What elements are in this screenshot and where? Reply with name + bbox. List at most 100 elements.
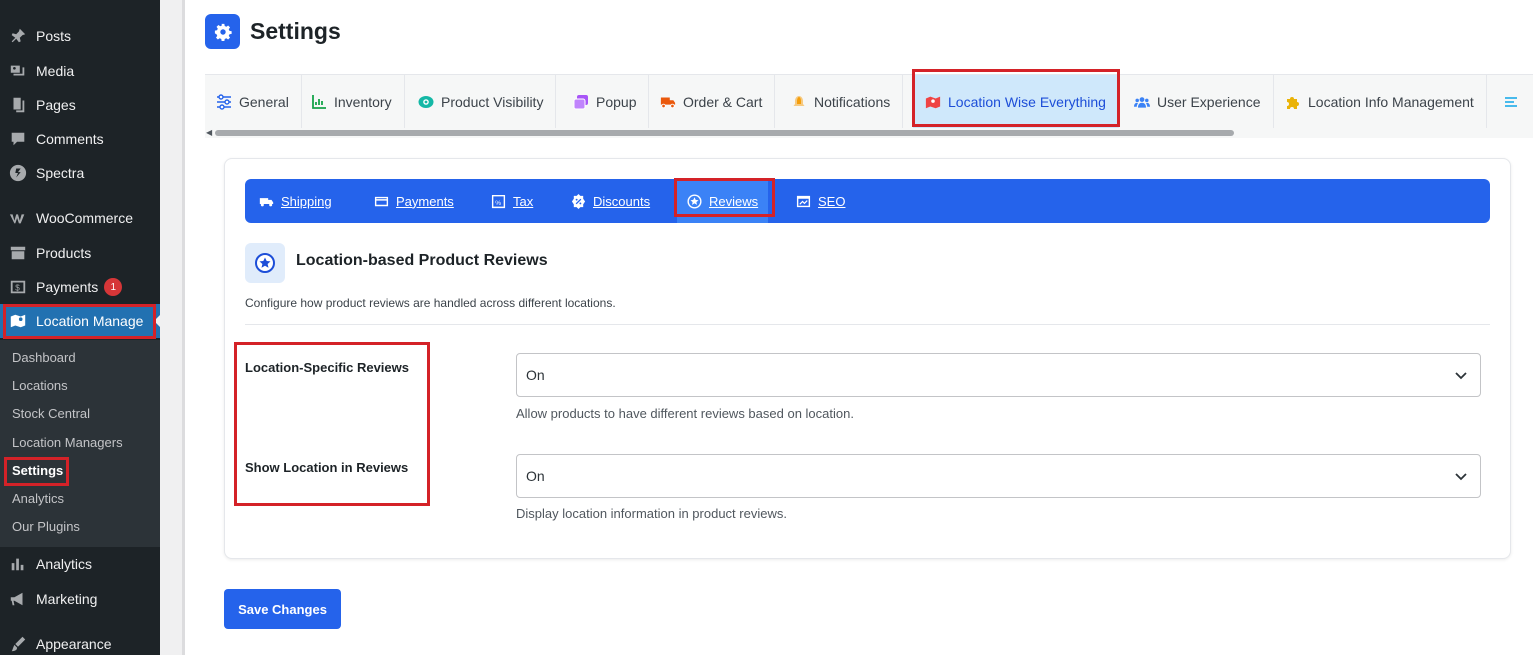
tab-order-cart[interactable]: Order & Cart (648, 75, 776, 128)
subtab-shipping[interactable]: Shipping (259, 179, 332, 223)
users-icon (1134, 94, 1150, 110)
submenu-item-dashboard[interactable]: Dashboard (12, 347, 76, 369)
sidebar-item-label: Media (36, 63, 75, 79)
subtab-tax[interactable]: % Tax (491, 179, 533, 223)
chart-icon (0, 555, 36, 573)
star-circle-icon (687, 193, 702, 209)
sliders-icon (216, 94, 232, 110)
tab-popup[interactable]: Popup (561, 75, 650, 128)
tab-label: Notifications (814, 94, 891, 110)
sidebar-item-pages[interactable]: Pages (0, 88, 160, 122)
seo-chart-icon (796, 194, 811, 209)
sidebar-item-appearance[interactable]: Appearance (0, 627, 160, 655)
show-location-in-reviews-help: Display location information in product … (516, 506, 787, 521)
subtab-seo[interactable]: SEO (796, 179, 845, 223)
sidebar-item-woocommerce[interactable]: WooCommerce (0, 201, 160, 235)
tab-general[interactable]: General (205, 75, 302, 128)
window-restore-icon (573, 94, 589, 110)
truck-icon (660, 94, 676, 110)
sidebar-item-analytics[interactable]: Analytics (0, 547, 160, 581)
sidebar-item-comments[interactable]: Comments (0, 122, 160, 156)
sidebar-item-posts[interactable]: Posts (0, 19, 160, 53)
tab-label: User Experience (1157, 94, 1261, 110)
sidebar-item-location-manage[interactable]: Location Manage (0, 304, 161, 338)
tab-label: Location Info Management (1308, 94, 1474, 110)
location-specific-reviews-select[interactable]: On (516, 353, 1481, 397)
sidebar-item-label: WooCommerce (36, 210, 133, 226)
location-wise-subnav: Shipping Payments % Tax Discounts Review… (245, 179, 1490, 223)
tab-product-visibility[interactable]: Product Visibility (406, 75, 557, 128)
payments-icon: $ (0, 278, 36, 296)
star-badge-icon (245, 243, 285, 283)
pin-icon (0, 27, 36, 45)
sidebar-item-media[interactable]: Media (0, 54, 160, 88)
sidebar-item-label: Posts (36, 28, 72, 44)
active-arrow-indicator (154, 314, 161, 328)
sidebar-item-label: Payments (36, 279, 99, 295)
chart-line-icon (311, 94, 327, 110)
sidebar-item-payments[interactable]: $ Payments 1 (0, 270, 160, 304)
sidebar-item-label: Analytics (36, 556, 93, 572)
submenu-item-settings[interactable]: Settings (12, 460, 63, 482)
location-specific-reviews-label: Location-Specific Reviews (245, 360, 409, 375)
tab-inventory[interactable]: Inventory (299, 75, 405, 128)
subtab-label: Reviews (709, 193, 759, 209)
chevron-down-icon (1455, 372, 1467, 380)
save-changes-button[interactable]: Save Changes (224, 589, 341, 629)
tab-more[interactable] (1491, 75, 1533, 128)
tab-label: General (239, 94, 289, 110)
submenu-item-location-managers[interactable]: Location Managers (12, 432, 123, 454)
sidebar-item-marketing[interactable]: Marketing (0, 582, 160, 616)
select-value: On (526, 367, 545, 383)
brush-icon (0, 635, 36, 653)
scroll-left-icon[interactable]: ◀ (206, 128, 212, 137)
submenu-item-our-plugins[interactable]: Our Plugins (12, 516, 80, 538)
sidebar-item-label: Appearance (36, 636, 112, 652)
archive-icon (0, 244, 36, 262)
map-marker-icon (925, 94, 941, 110)
spectra-icon (0, 164, 36, 182)
tab-notifications[interactable]: Notifications (779, 75, 904, 128)
tab-user-experience[interactable]: User Experience (1122, 75, 1274, 128)
list-icon (1503, 94, 1519, 110)
subtab-label: Discounts (593, 193, 651, 209)
comment-icon (0, 130, 36, 148)
svg-text:$: $ (15, 284, 20, 293)
show-location-in-reviews-label: Show Location in Reviews (245, 460, 409, 475)
sidebar-item-label: Comments (36, 131, 104, 147)
location-manage-submenu: Dashboard Locations Stock Central Locati… (0, 340, 160, 547)
subtab-reviews[interactable]: Reviews (677, 179, 769, 223)
bell-icon (791, 94, 807, 110)
pages-icon (0, 96, 36, 114)
section-description: Configure how product reviews are handle… (245, 296, 616, 310)
submenu-item-locations[interactable]: Locations (12, 375, 68, 397)
tabs-scrollbar-thumb[interactable] (215, 130, 1234, 136)
credit-card-icon (374, 194, 389, 209)
location-specific-reviews-help: Allow products to have different reviews… (516, 406, 854, 421)
tab-location-info-management[interactable]: Location Info Management (1273, 75, 1487, 128)
sidebar-item-label: Marketing (36, 591, 98, 607)
settings-gear-icon (205, 14, 240, 49)
sidebar-item-spectra[interactable]: Spectra (0, 156, 160, 190)
subtab-discounts[interactable]: Discounts (571, 179, 650, 223)
badge-percent-icon (571, 193, 586, 209)
tab-label: Popup (596, 94, 637, 110)
notification-badge: 1 (104, 278, 123, 296)
subtab-label: Payments (396, 193, 454, 209)
sidebar-item-label: Location Manage (36, 313, 144, 329)
sidebar-item-label: Pages (36, 97, 76, 113)
sidebar-item-label: Spectra (36, 165, 85, 181)
subtab-label: Tax (513, 193, 534, 209)
tab-label: Order & Cart (683, 94, 763, 110)
shipping-truck-icon (259, 194, 274, 209)
subtab-payments[interactable]: Payments (374, 179, 454, 223)
chevron-down-icon (1455, 473, 1467, 481)
tab-label: Product Visibility (441, 94, 544, 110)
submenu-item-analytics[interactable]: Analytics (12, 488, 64, 510)
show-location-in-reviews-select[interactable]: On (516, 454, 1481, 498)
tab-location-wise-everything[interactable]: Location Wise Everything (913, 75, 1119, 128)
page-title: Settings (250, 18, 341, 44)
sidebar-item-products[interactable]: Products (0, 236, 160, 270)
puzzle-icon (1285, 94, 1301, 110)
submenu-item-stock-central[interactable]: Stock Central (12, 403, 90, 425)
